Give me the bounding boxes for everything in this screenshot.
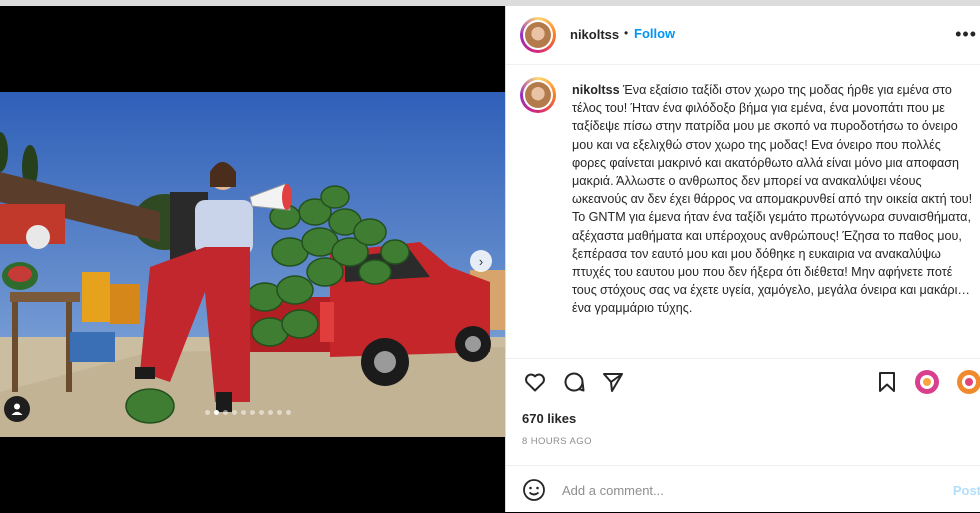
like-count[interactable]: 670 likes [522, 411, 576, 426]
carousel-dot [241, 410, 246, 415]
follow-button[interactable]: Follow [634, 26, 675, 41]
post-timestamp[interactable]: 8 HOURS AGO [522, 436, 592, 447]
speech-bubble-icon [564, 372, 585, 392]
carousel-dot [205, 410, 210, 415]
post-photo [0, 92, 505, 437]
carousel-indicator [205, 410, 291, 415]
caption-avatar[interactable] [520, 77, 556, 113]
profile-photo [525, 22, 551, 48]
carousel-dot [286, 410, 291, 415]
photo-illustration [0, 92, 505, 437]
caption-section: nikoltss Ένα εξαίσιο ταξίδι στον χωρο τη… [506, 65, 980, 355]
paper-plane-icon [603, 373, 623, 392]
heart-icon [525, 373, 545, 392]
tagged-users-button[interactable] [4, 396, 30, 422]
bookmark-icon [879, 372, 895, 392]
smiley-icon [523, 479, 545, 501]
extension-icon [915, 370, 939, 394]
browser-extension-button[interactable] [914, 369, 940, 395]
caption-username[interactable]: nikoltss [572, 83, 620, 97]
header-username[interactable]: nikoltss [570, 27, 619, 42]
carousel-dot [214, 410, 219, 415]
person-icon [11, 403, 23, 415]
carousel-dot [277, 410, 282, 415]
caption-text: Ένα εξαίσιο ταξίδι στον χωρο της μοδας ή… [572, 83, 973, 316]
emoji-button[interactable] [522, 478, 546, 507]
share-button[interactable] [600, 369, 626, 395]
carousel-dot [232, 410, 237, 415]
carousel-dot [268, 410, 273, 415]
post-media: › [0, 6, 505, 512]
save-button[interactable] [874, 369, 900, 395]
avatar[interactable] [520, 17, 556, 53]
carousel-dot [250, 410, 255, 415]
chevron-right-icon: › [478, 253, 484, 269]
post-comment-button[interactable]: Post [953, 483, 980, 498]
extension-icon [957, 370, 980, 394]
like-button[interactable] [522, 369, 548, 395]
post-header: nikoltss • Follow ••• [506, 6, 980, 65]
action-bar [506, 358, 980, 405]
carousel-dot [259, 410, 264, 415]
comment-button[interactable] [561, 369, 587, 395]
comment-bar: Post [506, 465, 980, 513]
follow-separator: • [624, 26, 629, 40]
carousel-dot [223, 410, 228, 415]
carousel-next-button[interactable]: › [470, 250, 492, 272]
caption: nikoltss Ένα εξαίσιο ταξίδι στον χωρο τη… [572, 81, 977, 318]
comment-input[interactable] [560, 482, 904, 499]
post-sidebar: nikoltss • Follow ••• nikoltss Ένα εξαίσ… [505, 6, 980, 512]
browser-extension-button-2[interactable] [956, 369, 980, 395]
more-options-button[interactable]: ••• [955, 24, 977, 45]
profile-photo [525, 82, 551, 108]
